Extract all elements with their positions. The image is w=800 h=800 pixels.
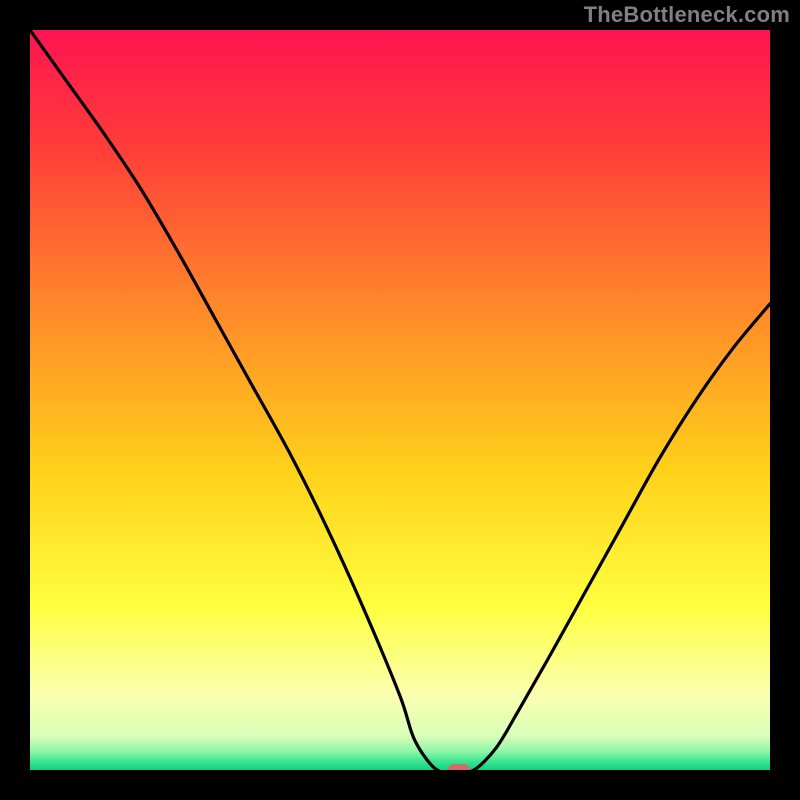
optimal-point-marker (448, 764, 470, 770)
bottleneck-curve (30, 30, 770, 770)
chart-frame: TheBottleneck.com (0, 0, 800, 800)
plot-area (30, 30, 770, 770)
watermark-text: TheBottleneck.com (584, 2, 790, 28)
